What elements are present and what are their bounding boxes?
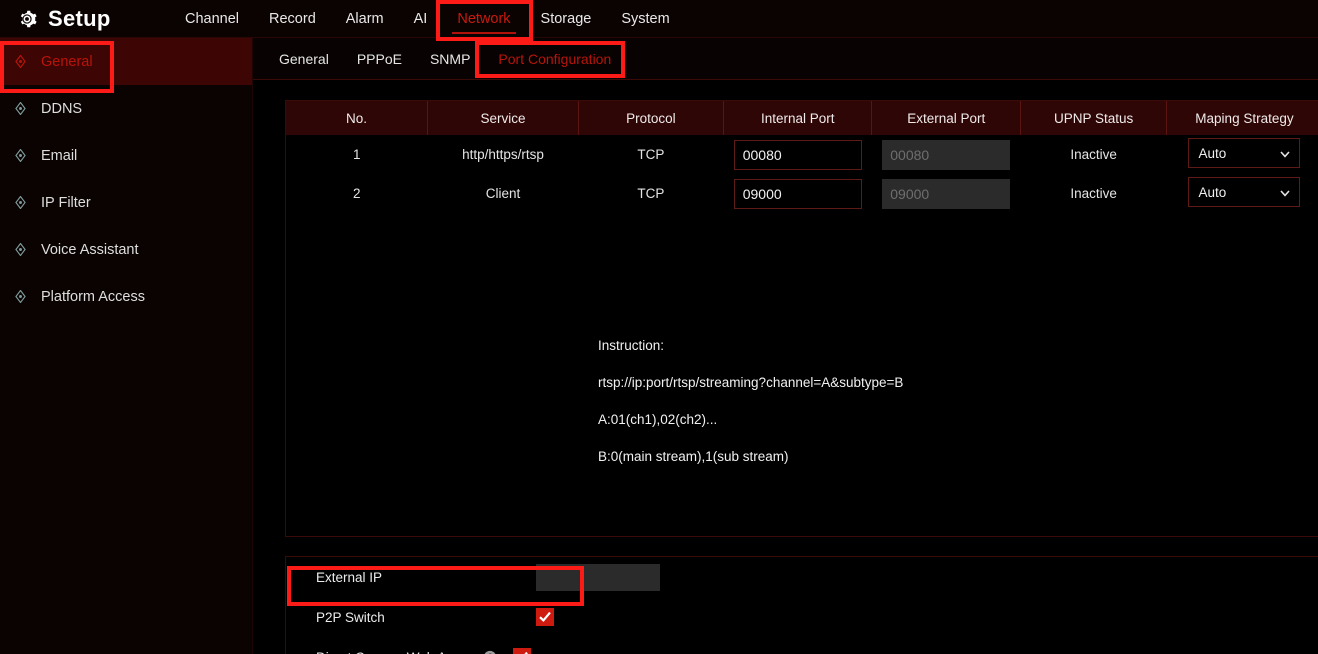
p2p-switch-checkbox[interactable] <box>536 608 554 626</box>
table-header-row: No. Service Protocol Internal Port Exter… <box>286 101 1318 135</box>
table-row: 2 Client TCP 09000 09000 Inactive Auto <box>286 174 1318 213</box>
cell-protocol: TCP <box>578 135 724 174</box>
topnav-item-system[interactable]: System <box>606 0 684 38</box>
settings-panel: External IP P2P Switch Direct Camera Web… <box>285 556 1318 654</box>
app-brand: Setup <box>16 0 111 38</box>
cell-no: 2 <box>286 174 428 213</box>
cell-no: 1 <box>286 135 428 174</box>
instruction-title: Instruction: <box>598 338 665 353</box>
column-header-protocol: Protocol <box>578 101 724 135</box>
sidebar-item-label: Email <box>41 147 78 164</box>
sidebar-item-label: General <box>41 53 93 70</box>
sidebar: General DDNS Email IP Filter Voice Assis… <box>0 38 253 654</box>
page-title: Setup <box>48 6 111 31</box>
cell-protocol: TCP <box>578 174 724 213</box>
external-ip-field <box>536 563 660 591</box>
content-area: General PPPoE SNMP Port Configuration No… <box>253 38 1318 654</box>
external-port-input: 00080 <box>882 139 1011 170</box>
table-body: 1 http/https/rtsp TCP 00080 00080 Inacti… <box>286 135 1318 213</box>
sidebar-item-general[interactable]: General <box>0 38 252 85</box>
instruction-line-channel: A:01(ch1),02(ch2)... <box>598 412 718 427</box>
diamond-icon <box>14 290 27 303</box>
column-header-external-port: External Port <box>871 101 1022 135</box>
cell-upnp-status: Inactive <box>1020 174 1167 213</box>
external-ip-row: External IP <box>286 557 1318 597</box>
diamond-icon <box>14 102 27 115</box>
topnav-item-channel[interactable]: Channel <box>170 0 254 38</box>
cell-upnp-status: Inactive <box>1020 135 1167 174</box>
setup-window: Setup Channel Record Alarm AI Network St… <box>0 0 1318 654</box>
maping-strategy-value: Auto <box>1198 146 1227 161</box>
tab-snmp[interactable]: SNMP <box>416 38 484 79</box>
maping-strategy-select[interactable]: Auto <box>1188 138 1301 168</box>
chevron-down-icon <box>1280 151 1291 158</box>
external-port-input: 09000 <box>882 178 1011 209</box>
instruction-line-rtsp: rtsp://ip:port/rtsp/streaming?channel=A&… <box>598 375 904 390</box>
sidebar-item-platform-access[interactable]: Platform Access <box>0 273 252 320</box>
instruction-block: Instruction: rtsp://ip:port/rtsp/streami… <box>598 338 903 486</box>
tab-port-configuration[interactable]: Port Configuration <box>484 38 625 79</box>
topnav-item-network[interactable]: Network <box>442 0 525 38</box>
cell-service: http/https/rtsp <box>427 135 579 174</box>
p2p-switch-label: P2P Switch <box>316 609 385 625</box>
top-bar: Setup Channel Record Alarm AI Network St… <box>0 0 1318 38</box>
cell-service: Client <box>427 174 579 213</box>
column-header-maping-strategy: Maping Strategy <box>1166 101 1318 135</box>
column-header-service: Service <box>427 101 579 135</box>
diamond-icon <box>14 55 27 68</box>
maping-strategy-value: Auto <box>1198 185 1227 200</box>
table-header: No. Service Protocol Internal Port Exter… <box>286 101 1318 135</box>
direct-camera-web-access-label: Direct Camera Web Access <box>316 650 481 654</box>
topnav-item-alarm[interactable]: Alarm <box>331 0 399 38</box>
topnav-item-record[interactable]: Record <box>254 0 331 38</box>
sidebar-item-label: DDNS <box>41 100 83 117</box>
column-header-upnp-status: UPNP Status <box>1020 101 1168 135</box>
column-header-no: No. <box>286 101 429 135</box>
chevron-down-icon <box>1280 190 1291 197</box>
top-navigation: Channel Record Alarm AI Network Storage … <box>170 0 685 38</box>
help-icon[interactable]: ? <box>481 648 513 654</box>
external-ip-label: External IP <box>316 569 383 585</box>
direct-camera-web-access-checkbox[interactable] <box>512 648 531 654</box>
port-configuration-table: No. Service Protocol Internal Port Exter… <box>286 101 1318 213</box>
sidebar-item-label: IP Filter <box>41 194 91 211</box>
tab-pppoe[interactable]: PPPoE <box>343 38 416 79</box>
p2p-switch-row: P2P Switch <box>286 597 1318 637</box>
sidebar-item-email[interactable]: Email <box>0 132 252 179</box>
instruction-line-stream: B:0(main stream),1(sub stream) <box>598 449 789 464</box>
direct-camera-web-access-row: Direct Camera Web Access ? <box>286 637 1318 654</box>
sidebar-item-ddns[interactable]: DDNS <box>0 85 252 132</box>
topnav-item-ai[interactable]: AI <box>399 0 443 38</box>
internal-port-input[interactable]: 00080 <box>733 139 862 170</box>
topnav-item-storage[interactable]: Storage <box>526 0 607 38</box>
sidebar-item-label: Voice Assistant <box>41 241 139 258</box>
table-row: 1 http/https/rtsp TCP 00080 00080 Inacti… <box>286 135 1318 174</box>
diamond-icon <box>14 196 27 209</box>
sidebar-item-ip-filter[interactable]: IP Filter <box>0 179 252 226</box>
tab-general[interactable]: General <box>265 38 343 79</box>
sub-tab-bar: General PPPoE SNMP Port Configuration <box>253 38 1318 80</box>
maping-strategy-select[interactable]: Auto <box>1188 177 1301 207</box>
diamond-icon <box>14 149 27 162</box>
internal-port-input[interactable]: 09000 <box>733 178 862 209</box>
column-header-internal-port: Internal Port <box>723 101 873 135</box>
sidebar-item-label: Platform Access <box>41 288 145 305</box>
diamond-icon <box>14 243 27 256</box>
gear-icon <box>16 8 38 30</box>
sidebar-item-voice-assistant[interactable]: Voice Assistant <box>0 226 252 273</box>
